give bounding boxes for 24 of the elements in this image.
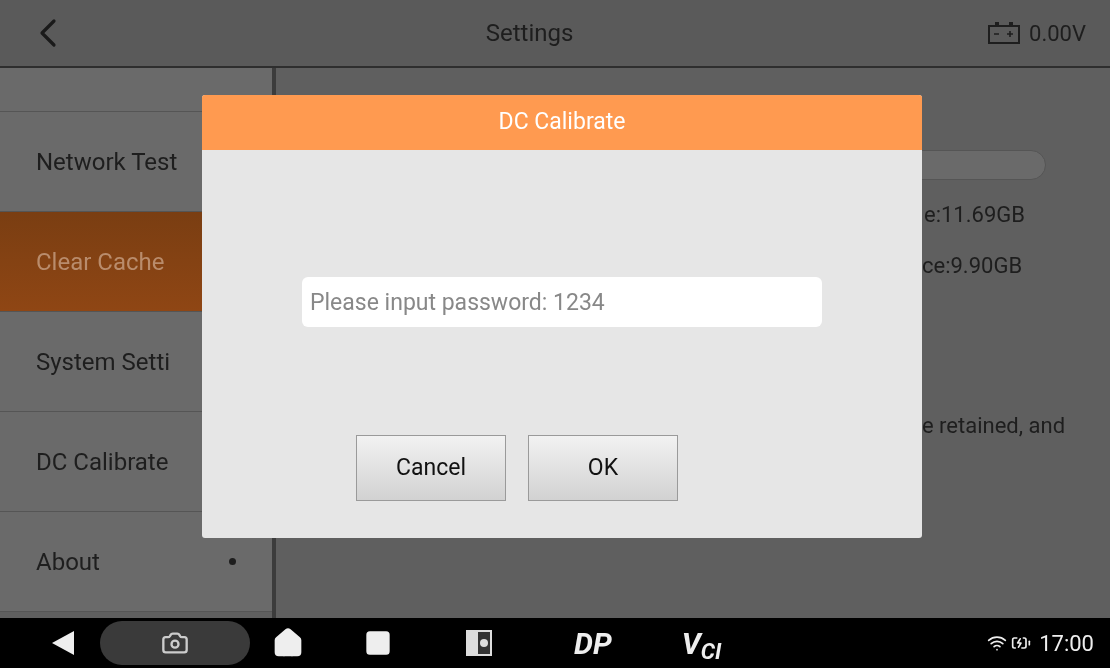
page-title: Settings	[484, 18, 575, 49]
dialog-button[interactable]: Cancel	[356, 435, 506, 501]
storage-text: ce:9.90GB	[922, 252, 1023, 280]
wifi-icon	[987, 633, 1008, 653]
battery-icon	[987, 21, 1022, 45]
display-icon[interactable]	[464, 628, 494, 658]
description-text: e retained, and	[922, 412, 1066, 440]
sidebar-label: DC Calibrate	[36, 446, 169, 478]
vci-logo[interactable]: V$_{CI}$	[681, 620, 722, 666]
home-icon[interactable]	[272, 627, 304, 659]
dialog-button[interactable]: OK	[528, 435, 678, 501]
dp-logo[interactable]: DP	[574, 620, 612, 666]
dialog-title: DC Calibrate	[498, 107, 626, 138]
sidebar-label: System Setti	[36, 346, 171, 378]
screenshot-button[interactable]	[100, 621, 250, 665]
password-field[interactable]: Please input password: 1234	[302, 277, 822, 327]
sidebar-label: About	[36, 546, 100, 578]
sidebar-item[interactable]: About	[0, 512, 272, 612]
sidebar-label: Clear Cache	[36, 246, 165, 278]
storage-text: e:11.69GB	[924, 201, 1025, 229]
recents-icon[interactable]	[364, 629, 392, 657]
voltage-reading: 0.00V	[1029, 19, 1086, 48]
sidebar-label: Network Test	[36, 146, 178, 178]
clock: 17:00	[1039, 629, 1094, 658]
